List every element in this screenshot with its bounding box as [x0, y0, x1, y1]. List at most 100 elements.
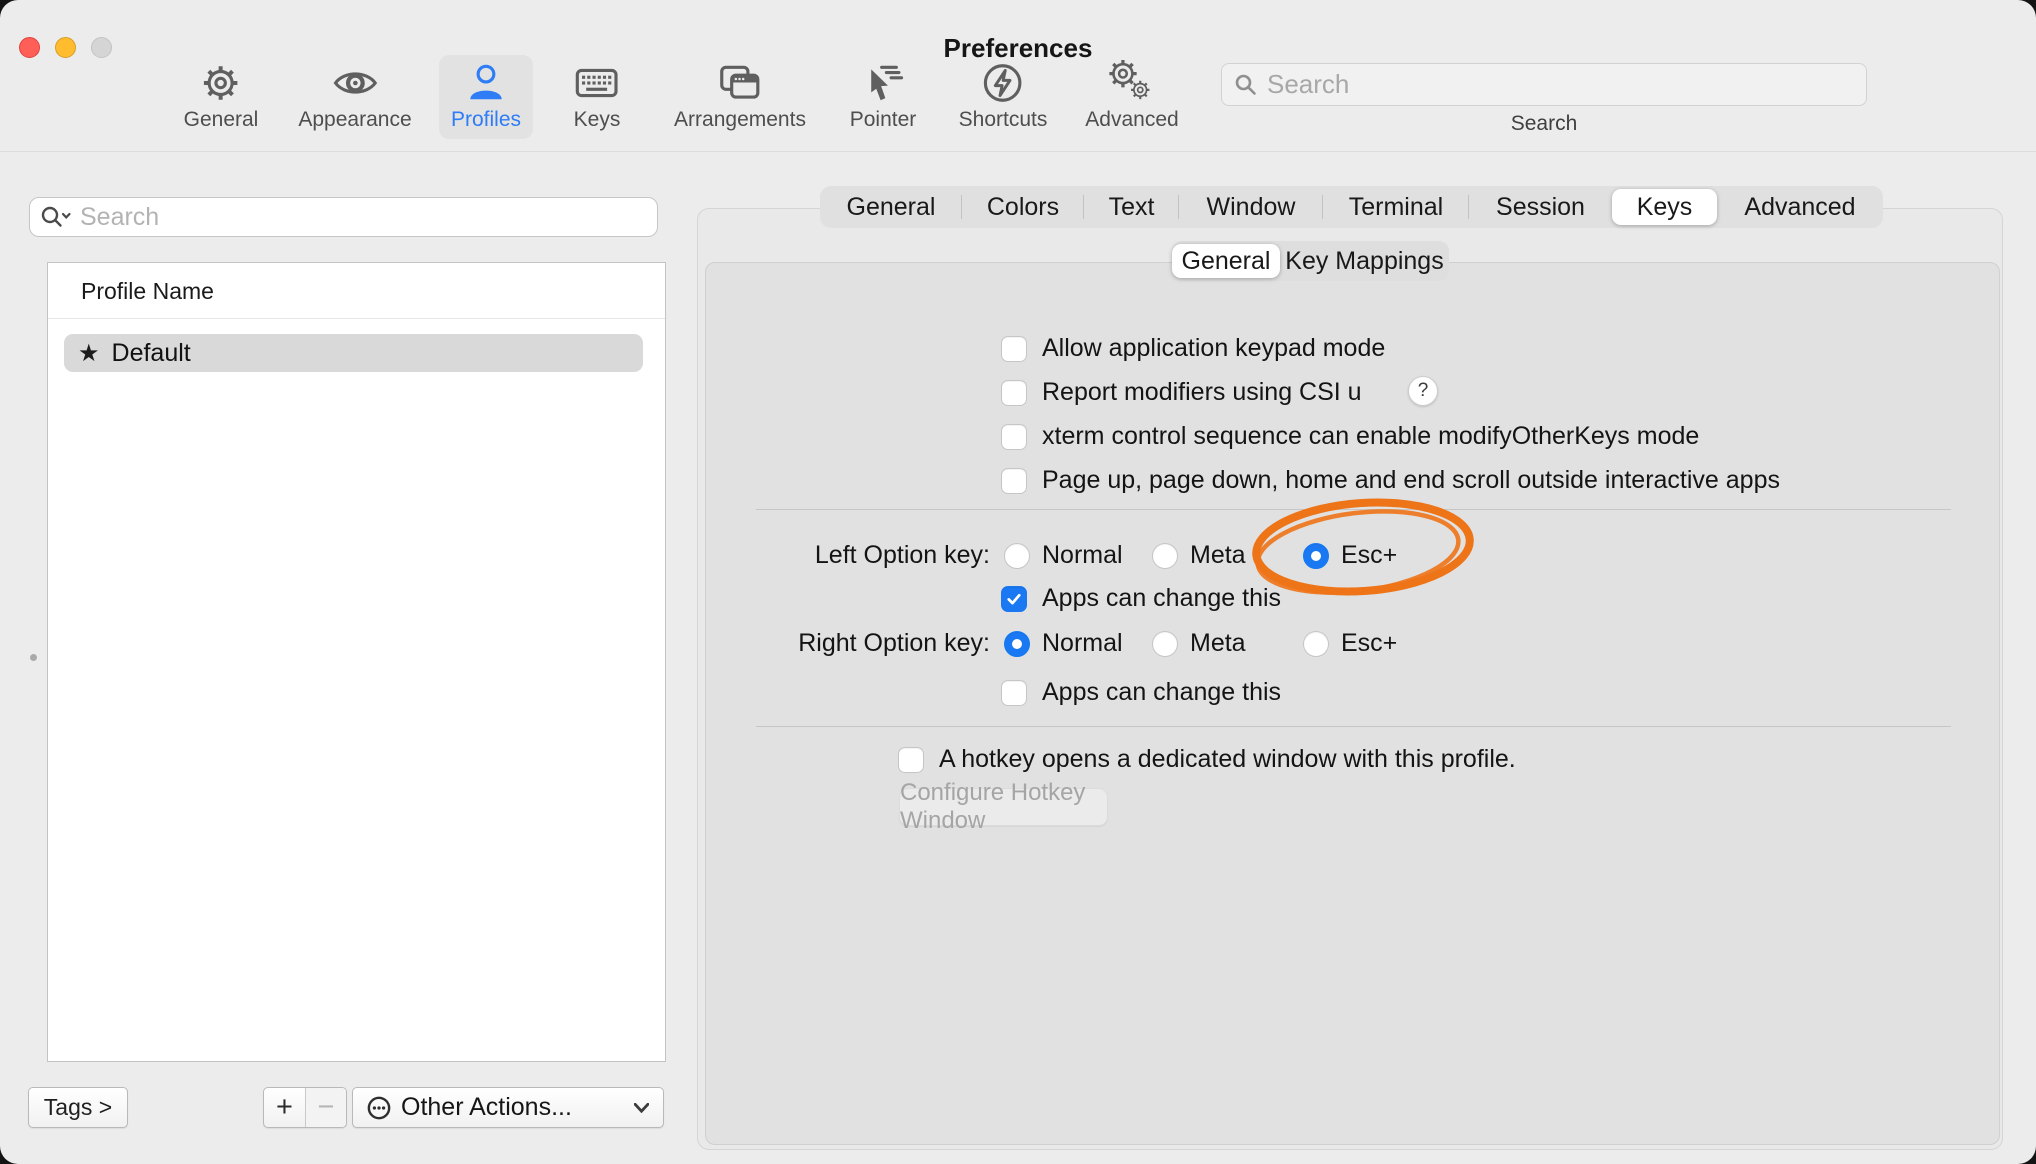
add-profile-button[interactable]: +	[264, 1088, 305, 1127]
tab-keys[interactable]: Keys	[1612, 189, 1717, 225]
toolbar-item-label: Advanced	[1085, 108, 1178, 132]
checkbox-label[interactable]: Apps can change this	[1042, 584, 1281, 613]
right-option-normal-radio[interactable]	[1004, 631, 1030, 657]
profile-search-field[interactable]	[29, 197, 658, 237]
toolbar-item-pointer[interactable]: Pointer	[838, 55, 929, 139]
profile-list: Profile Name ★ Default	[47, 262, 666, 1062]
radio-option: Esc+	[1303, 541, 1397, 570]
checkbox-row: Apps can change this	[1001, 678, 1281, 707]
check-icon	[1005, 590, 1023, 608]
checkbox-row: xterm control sequence can enable modify…	[1001, 422, 1699, 451]
configure-hotkey-window-button[interactable]: Configure Hotkey Window	[899, 788, 1108, 826]
configure-hotkey-window-label: Configure Hotkey Window	[900, 779, 1107, 835]
toolbar-item-advanced[interactable]: Advanced	[1073, 55, 1190, 139]
checkbox-label[interactable]: Report modifiers using CSI u	[1042, 378, 1362, 407]
tags-button-label: Tags >	[44, 1094, 112, 1121]
list-header-divider	[48, 318, 665, 319]
subtab-general[interactable]: General	[1172, 244, 1280, 278]
radio-label[interactable]: Normal	[1042, 541, 1123, 570]
keyboard-icon	[574, 60, 620, 106]
tab-terminal[interactable]: Terminal	[1323, 186, 1469, 228]
window-edge-dot	[30, 654, 37, 661]
checkbox-label[interactable]: Page up, page down, home and end scroll …	[1042, 466, 1780, 495]
csi-u-checkbox[interactable]	[1001, 380, 1027, 406]
tab-window[interactable]: Window	[1179, 186, 1323, 228]
other-actions-dropdown[interactable]: Other Actions...	[352, 1087, 664, 1128]
profile-search-input[interactable]	[78, 202, 647, 233]
profile-add-remove-segment: + −	[263, 1087, 347, 1128]
profile-name: Default	[112, 339, 191, 368]
toolbar-item-label: General	[184, 108, 259, 132]
checkbox-row: Report modifiers using CSI u	[1001, 378, 1362, 407]
modify-other-keys-checkbox[interactable]	[1001, 424, 1027, 450]
radio-option: Esc+	[1303, 629, 1397, 658]
radio-option: Normal	[1004, 541, 1123, 570]
toolbar-item-label: Arrangements	[674, 108, 806, 132]
toolbar-item-label: Keys	[574, 108, 621, 132]
preferences-window: Preferences General Appearance Profiles …	[0, 0, 2036, 1164]
help-button[interactable]: ?	[1408, 376, 1438, 406]
checkbox-label[interactable]: xterm control sequence can enable modify…	[1042, 422, 1699, 451]
section-divider	[756, 726, 1951, 727]
radio-label[interactable]: Normal	[1042, 629, 1123, 658]
left-option-meta-radio[interactable]	[1152, 543, 1178, 569]
profile-list-header: Profile Name	[81, 278, 214, 305]
tags-button[interactable]: Tags >	[28, 1087, 128, 1128]
radio-option: Meta	[1152, 541, 1246, 570]
checkbox-label[interactable]: Allow application keypad mode	[1042, 334, 1385, 363]
radio-option: Normal	[1004, 629, 1123, 658]
remove-profile-button[interactable]: −	[305, 1088, 346, 1127]
tab-session[interactable]: Session	[1469, 186, 1612, 228]
checkbox-label[interactable]: Apps can change this	[1042, 678, 1281, 707]
hotkey-window-checkbox[interactable]	[898, 747, 924, 773]
chevron-down-icon	[634, 1103, 649, 1113]
right-option-meta-radio[interactable]	[1152, 631, 1178, 657]
radio-label[interactable]: Esc+	[1341, 541, 1397, 570]
gear-icon	[198, 60, 244, 106]
subtab-key-mappings[interactable]: Key Mappings	[1280, 241, 1449, 281]
toolbar-search-caption: Search	[1221, 112, 1867, 136]
gears-icon	[1109, 60, 1155, 106]
left-option-esc-radio[interactable]	[1303, 543, 1329, 569]
page-scroll-checkbox[interactable]	[1001, 468, 1027, 494]
cursor-icon	[860, 60, 906, 106]
left-apps-can-change-checkbox[interactable]	[1001, 586, 1027, 612]
radio-option: Meta	[1152, 629, 1246, 658]
right-option-esc-radio[interactable]	[1303, 631, 1329, 657]
checkbox-row: A hotkey opens a dedicated window with t…	[898, 745, 1516, 774]
toolbar-search-input[interactable]	[1265, 68, 1854, 101]
toolbar-item-label: Shortcuts	[959, 108, 1048, 132]
profile-tab-bar: General Colors Text Window Terminal Sess…	[820, 186, 1883, 228]
checkbox-row: Allow application keypad mode	[1001, 334, 1385, 363]
profile-row-default[interactable]: ★ Default	[64, 334, 643, 372]
windows-icon	[717, 60, 763, 106]
toolbar-item-appearance[interactable]: Appearance	[286, 55, 423, 139]
search-menu-icon	[40, 205, 72, 229]
checkbox-label[interactable]: A hotkey opens a dedicated window with t…	[939, 745, 1516, 774]
checkbox-row: Apps can change this	[1001, 584, 1281, 613]
right-apps-can-change-checkbox[interactable]	[1001, 680, 1027, 706]
radio-label[interactable]: Meta	[1190, 629, 1246, 658]
other-actions-label: Other Actions...	[401, 1093, 634, 1122]
toolbar-item-shortcuts[interactable]: Shortcuts	[947, 55, 1060, 139]
toolbar-item-arrangements[interactable]: Arrangements	[662, 55, 818, 139]
toolbar-item-profiles[interactable]: Profiles	[439, 55, 533, 139]
person-icon	[463, 60, 509, 106]
tab-advanced[interactable]: Advanced	[1717, 186, 1883, 228]
tab-colors[interactable]: Colors	[962, 186, 1084, 228]
radio-label[interactable]: Meta	[1190, 541, 1246, 570]
toolbar-item-keys[interactable]: Keys	[562, 55, 633, 139]
toolbar-item-label: Profiles	[451, 108, 521, 132]
star-icon: ★	[78, 339, 100, 368]
toolbar-search-field[interactable]	[1221, 63, 1867, 106]
tab-text[interactable]: Text	[1084, 186, 1179, 228]
ellipsis-circle-icon	[367, 1096, 391, 1120]
allow-keypad-checkbox[interactable]	[1001, 336, 1027, 362]
toolbar-item-general[interactable]: General	[172, 55, 271, 139]
right-option-key-label: Right Option key:	[706, 629, 990, 658]
tab-general[interactable]: General	[820, 186, 962, 228]
left-option-normal-radio[interactable]	[1004, 543, 1030, 569]
lightning-icon	[980, 60, 1026, 106]
toolbar-item-label: Pointer	[850, 108, 917, 132]
radio-label[interactable]: Esc+	[1341, 629, 1397, 658]
